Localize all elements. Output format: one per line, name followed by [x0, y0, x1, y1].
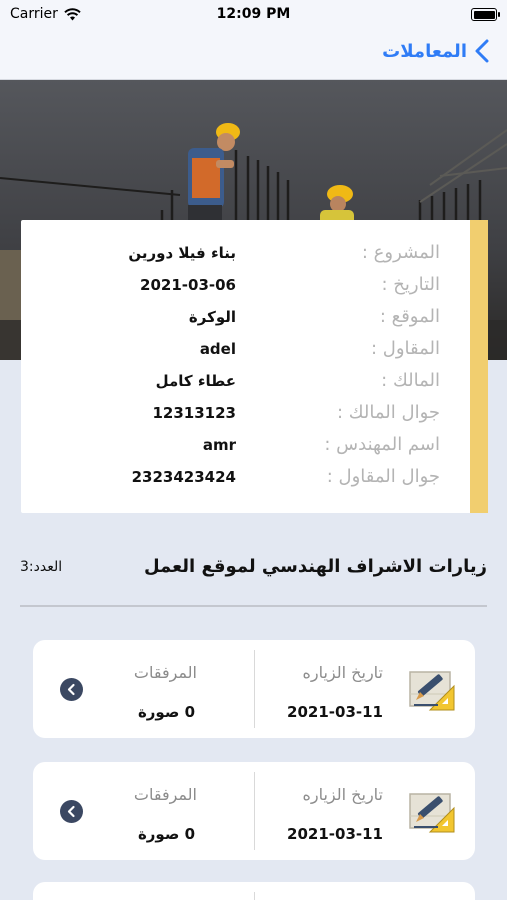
pencil-ruler-icon [409, 671, 455, 711]
visit-date-value: 2021-03-11 [287, 703, 383, 721]
chevron-right-circle-icon [67, 683, 75, 696]
chevron-right-circle-icon [67, 805, 75, 818]
status-time: 12:09 PM [216, 6, 291, 22]
info-row-contractor-phone: جوال المقاول : 2323423424 [21, 462, 470, 494]
visit-card[interactable]: تاريخ الزياره 2021-03-11 المرفقات 0 صورة [33, 762, 475, 860]
info-row-project: المشروع : بناء فيلا دورين [21, 238, 470, 270]
back-label: المعاملات [382, 40, 467, 62]
attachments-label: المرفقات [133, 785, 197, 804]
info-row-location: الموقع : الوكرة [21, 302, 470, 334]
card-accent-bar [470, 220, 488, 513]
visit-card-separator [254, 650, 255, 728]
visit-date-label: تاريخ الزياره [302, 785, 383, 804]
visit-date-label: تاريخ الزياره [302, 663, 383, 682]
back-button[interactable]: المعاملات [382, 39, 489, 63]
engineer-value: amr [202, 436, 236, 454]
info-row-contractor: المقاول : adel [21, 334, 470, 366]
info-row-date: التاريخ : 2021-03-06 [21, 270, 470, 302]
section-divider [20, 605, 487, 607]
project-value: بناء فيلا دورين [128, 244, 236, 262]
owner-phone-value: 12313123 [152, 404, 237, 422]
visit-card-separator [254, 892, 255, 900]
open-visit-button[interactable] [60, 800, 83, 823]
owner-phone-label: جوال المالك : [336, 402, 440, 423]
visit-card-separator [254, 772, 255, 850]
attachments-label: المرفقات [133, 663, 197, 682]
location-label: الموقع : [379, 306, 440, 327]
battery-icon [471, 8, 500, 21]
project-info-card: المشروع : بناء فيلا دورين التاريخ : 2021… [21, 220, 488, 513]
date-value: 2021-03-06 [140, 276, 236, 294]
info-row-owner: المالك : عطاء كامل [21, 366, 470, 398]
visit-card[interactable]: تاريخ الزياره 2021-03-11 المرفقات 0 صورة [33, 640, 475, 738]
visits-section-title: زيارات الاشراف الهندسي لموقع العمل [143, 556, 487, 577]
visit-card[interactable] [33, 882, 475, 900]
open-visit-button[interactable] [60, 678, 83, 701]
attachments-value: 0 صورة [137, 703, 195, 721]
info-row-owner-phone: جوال المالك : 12313123 [21, 398, 470, 430]
attachments-value: 0 صورة [137, 825, 195, 843]
contractor-phone-label: جوال المقاول : [326, 466, 440, 487]
owner-value: عطاء كامل [155, 372, 236, 390]
visits-count: العدد:3 [20, 559, 63, 575]
contractor-value: adel [199, 340, 236, 358]
date-label: التاريخ : [381, 274, 440, 295]
location-value: الوكرة [188, 308, 236, 326]
contractor-label: المقاول : [370, 338, 440, 359]
chevron-left-icon [475, 39, 489, 63]
owner-label: المالك : [381, 370, 440, 391]
engineer-label: اسم المهندس : [324, 434, 440, 455]
info-row-engineer: اسم المهندس : amr [21, 430, 470, 462]
contractor-phone-value: 2323423424 [131, 468, 236, 486]
navigation-bar: المعاملات [0, 30, 507, 80]
visit-date-value: 2021-03-11 [287, 825, 383, 843]
pencil-ruler-icon [409, 793, 455, 833]
status-bar: Carrier 12:09 PM [0, 0, 507, 30]
project-label: المشروع : [361, 242, 440, 263]
